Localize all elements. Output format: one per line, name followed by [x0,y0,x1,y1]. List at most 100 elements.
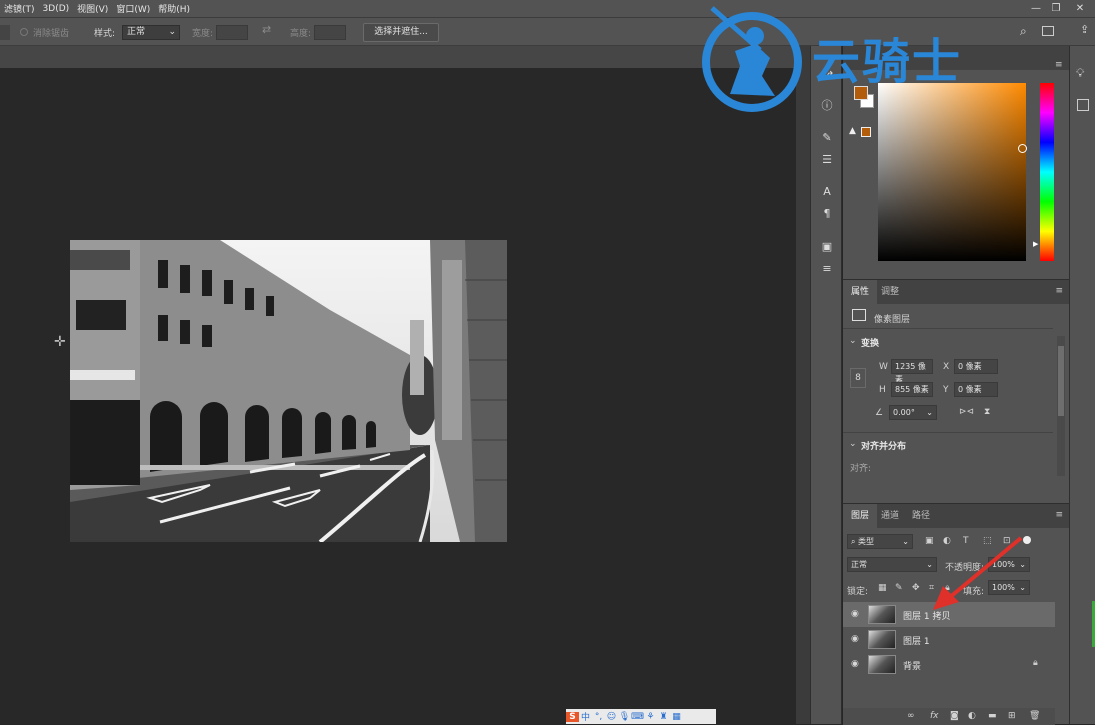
properties-panel: 属性 调整 ≡ 像素图层 ⌄ 变换 8 W 1235 像素 X 0 像素 H 8… [843,279,1069,503]
hue-slider-handle[interactable]: ▶ [1033,240,1038,248]
swap-icon[interactable]: ⇄ [262,23,271,36]
canvas-scrollbar[interactable] [796,46,810,724]
style-select[interactable]: 正常 ⌄ [122,25,180,40]
layer-type-label: 像素图层 [874,315,911,325]
menu-3d[interactable]: 3D(D) [39,4,74,14]
align-section-title[interactable]: 对齐并分布 [861,439,906,452]
libraries-panel-icon[interactable] [1077,99,1089,111]
properties-scrollbar[interactable] [1057,336,1065,476]
character-icon[interactable]: A [818,184,836,200]
skin-icon[interactable]: ⚘ [644,712,657,722]
h-field[interactable]: 855 像素 [891,382,933,397]
learn-lightbulb-icon[interactable]: 💡︎ [1076,66,1084,81]
move-cursor-icon: ✛ [54,334,66,350]
emoji-icon[interactable]: ☺ [605,712,618,722]
watermark-logo: 云骑士 [700,6,1050,116]
x-field[interactable]: 0 像素 [954,359,998,374]
lock-image-icon[interactable]: ✎ [895,583,903,593]
shirt-icon[interactable]: ♜ [657,712,670,722]
photo-street[interactable] [70,240,507,542]
blend-mode-select[interactable]: 正常 ⌄ [847,557,937,572]
menu-filter[interactable]: 滤镜(T) [0,2,39,15]
width-label: 宽度: [192,29,214,39]
tab-layers[interactable]: 图层 [843,504,878,528]
libraries-icon[interactable]: ▣ [818,239,836,255]
layer-row[interactable]: ◉ 背景 🔒︎ [843,652,1055,677]
properties-menu-icon[interactable]: ≡ [1055,286,1063,296]
red-arrow-annotation [933,536,1023,610]
lock-position-icon[interactable]: ✥ [912,583,920,593]
w-label: W [879,362,888,372]
divider [843,432,1053,433]
link-layers-icon[interactable]: ∞ [907,711,915,721]
transform-section-title[interactable]: 变换 [861,336,879,349]
new-group-icon[interactable]: ▬ [988,711,997,721]
layers-panel: 图层 通道 路径 ≡ ⌕ 类型 ⌄ ▣ ◐ T ⬚ ⊡ 正常 ⌄ 不透明度: 100… [843,503,1069,725]
flip-vertical-icon[interactable]: ⧗ [984,407,990,417]
layer-filter-select[interactable]: ⌕ 类型 ⌄ [847,534,913,549]
add-mask-icon[interactable]: ◙ [950,711,959,721]
sogou-icon[interactable]: S [566,711,579,722]
fx-icon[interactable]: fx [930,711,939,721]
tab-adjustments[interactable]: 调整 [873,280,907,304]
angle-value: 0.00° [893,408,915,417]
height-label: 高度: [290,29,312,39]
adjustment-layer-icon[interactable]: ◐ [968,711,976,721]
brush-settings-icon[interactable]: ☰ [818,152,836,168]
web-safe-swatch[interactable] [861,127,871,137]
link-icon[interactable]: 8 [850,368,866,388]
chevron-down-icon[interactable]: ⌄ [849,439,857,449]
menu-window[interactable]: 窗口(W) [112,2,154,15]
visibility-eye-icon[interactable]: ◉ [851,634,859,644]
tab-channels[interactable]: 通道 [873,504,907,528]
chevron-down-icon: ⌄ [168,27,176,37]
align-label: 对齐: [850,464,872,474]
angle-icon: ∠ [875,408,884,418]
menu-view[interactable]: 视图(V) [73,2,112,15]
color-picker-cursor[interactable] [1018,144,1027,153]
canvas-area[interactable]: ✛ [0,68,796,724]
visibility-eye-icon[interactable]: ◉ [851,609,859,619]
blend-mode-value: 正常 [851,560,867,569]
tab-properties[interactable]: 属性 [843,280,878,304]
tab-paths[interactable]: 路径 [904,504,938,528]
layers-menu-icon[interactable]: ≡ [1055,510,1063,520]
share-icon[interactable]: ⇪ [1080,23,1089,36]
close-button[interactable]: ✕ [1070,0,1090,17]
foreground-color-swatch[interactable] [854,86,868,100]
document-tab-strip [0,46,810,68]
flip-horizontal-icon[interactable]: ⊳⊲ [959,407,974,417]
keyboard-icon[interactable]: ⌨ [631,712,644,722]
layers-bottom-toolbar: ∞ fx ◙ ◐ ▬ ⊞ 🗑︎ [843,708,1055,725]
layer-row[interactable]: ◉ 图层 1 [843,627,1055,652]
new-layer-icon[interactable]: ⊞ [1008,711,1016,721]
chevron-down-icon[interactable]: ⌄ [849,336,857,346]
layer-filter-value: 类型 [858,537,875,546]
mic-icon[interactable]: 🎙︎ [618,712,631,722]
grid-icon[interactable]: ▦ [670,712,683,722]
notes-icon[interactable]: ≡ [818,261,836,277]
paragraph-icon[interactable]: ¶ [818,206,836,222]
trash-icon[interactable]: 🗑︎ [1029,711,1040,721]
color-panel-menu-icon[interactable]: ≡ [1055,60,1063,70]
layer-name[interactable]: 图层 1 [903,634,930,647]
menu-help[interactable]: 帮助(H) [154,2,194,15]
punctuation-icon[interactable]: °, [592,712,605,722]
layer-name[interactable]: 背景 [903,659,921,672]
brush-icon[interactable]: ✎ [818,130,836,146]
width-field[interactable] [216,25,248,40]
tool-preset-picker[interactable] [0,25,10,40]
height-field[interactable] [314,25,346,40]
angle-field[interactable]: 0.00° ⌄ [889,405,937,420]
antialias-checkbox[interactable] [20,28,28,36]
style-select-value: 正常 [127,27,146,37]
select-and-mask-button[interactable]: 选择并遮住... [363,23,439,42]
style-label: 样式: [94,29,116,39]
gamut-warning-icon: ▲ [849,126,856,136]
y-field[interactable]: 0 像素 [954,382,998,397]
ime-mode-label[interactable]: 中 [579,710,592,723]
w-field[interactable]: 1235 像素 [891,359,933,384]
visibility-eye-icon[interactable]: ◉ [851,659,859,669]
lock-icon: 🔒︎ [1033,658,1038,668]
lock-transparent-icon[interactable]: ▦ [878,583,887,593]
